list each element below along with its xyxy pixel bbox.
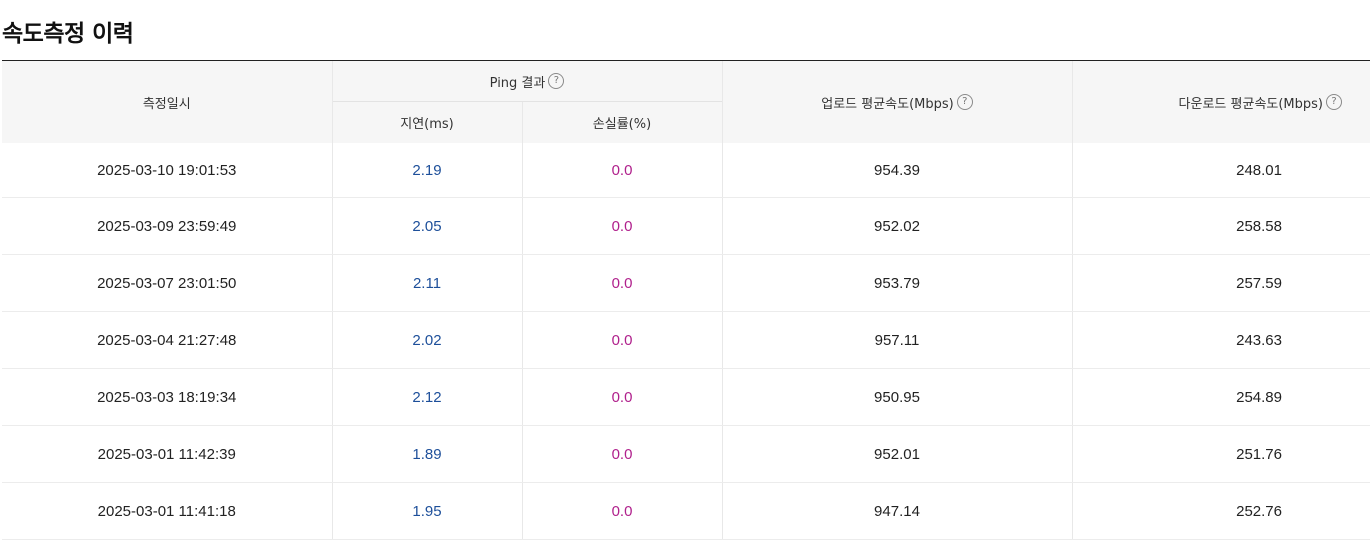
cell-upload: 952.01 [721, 425, 1072, 483]
table-row: 2025-03-04 21:27:48 2.02 0.0 957.11 243.… [2, 311, 1370, 369]
cell-latency: 2.02 [331, 311, 522, 369]
header-download-label: 다운로드 평균속도(Mbps) [1178, 96, 1323, 112]
cell-upload: 947.14 [721, 482, 1072, 540]
table-row: 2025-03-09 23:59:49 2.05 0.0 952.02 258.… [2, 197, 1370, 255]
header-ping-group: Ping 결과? [331, 60, 722, 102]
cell-date: 2025-03-10 19:01:53 [2, 143, 332, 198]
header-download: 다운로드 평균속도(Mbps)? [1071, 60, 1370, 143]
header-upload: 업로드 평균속도(Mbps)? [721, 60, 1072, 143]
cell-latency: 2.05 [331, 197, 522, 255]
cell-download: 254.89 [1071, 368, 1370, 426]
header-date: 측정일시 [2, 60, 332, 143]
speed-history-table: 측정일시 Ping 결과? 업로드 평균속도(Mbps)? 다운로드 평균속도(… [2, 60, 1370, 540]
table-row: 2025-03-01 11:42:39 1.89 0.0 952.01 251.… [2, 425, 1370, 483]
header-loss-label: 손실률(%) [592, 117, 652, 132]
cell-loss: 0.0 [521, 425, 722, 483]
cell-date: 2025-03-09 23:59:49 [2, 197, 332, 255]
header-upload-label: 업로드 평균속도(Mbps) [821, 96, 954, 112]
cell-latency: 2.19 [331, 143, 522, 198]
page-title: 속도측정 이력 [2, 21, 134, 47]
cell-latency: 1.95 [331, 482, 522, 540]
header-ping-label: Ping 결과 [489, 75, 546, 91]
table-body: 2025-03-10 19:01:53 2.19 0.0 954.39 248.… [2, 143, 1370, 540]
table-header: 측정일시 Ping 결과? 업로드 평균속도(Mbps)? 다운로드 평균속도(… [2, 60, 1370, 143]
cell-download: 248.01 [1071, 143, 1370, 198]
cell-download: 243.63 [1071, 311, 1370, 369]
cell-upload: 954.39 [721, 143, 1072, 198]
cell-upload: 950.95 [721, 368, 1072, 426]
table-row: 2025-03-03 18:19:34 2.12 0.0 950.95 254.… [2, 368, 1370, 426]
cell-upload: 953.79 [721, 254, 1072, 312]
cell-date: 2025-03-04 21:27:48 [2, 311, 332, 369]
cell-download: 257.59 [1071, 254, 1370, 312]
download-help-icon[interactable]: ? [1326, 94, 1342, 110]
cell-date: 2025-03-01 11:41:18 [2, 482, 332, 540]
cell-latency: 2.12 [331, 368, 522, 426]
header-loss: 손실률(%) [521, 101, 722, 143]
cell-upload: 957.11 [721, 311, 1072, 369]
header-date-label: 측정일시 [142, 96, 191, 112]
cell-loss: 0.0 [521, 482, 722, 540]
table-row: 2025-03-01 11:41:18 1.95 0.0 947.14 252.… [2, 482, 1370, 540]
cell-date: 2025-03-01 11:42:39 [2, 425, 332, 483]
cell-loss: 0.0 [521, 311, 722, 369]
cell-download: 252.76 [1071, 482, 1370, 540]
cell-download: 251.76 [1071, 425, 1370, 483]
cell-loss: 0.0 [521, 197, 722, 255]
cell-date: 2025-03-07 23:01:50 [2, 254, 332, 312]
table-row: 2025-03-07 23:01:50 2.11 0.0 953.79 257.… [2, 254, 1370, 312]
cell-latency: 2.11 [331, 254, 522, 312]
ping-help-icon[interactable]: ? [548, 73, 565, 89]
upload-help-icon[interactable]: ? [956, 94, 973, 110]
cell-loss: 0.0 [521, 254, 722, 312]
cell-latency: 1.89 [331, 425, 522, 483]
cell-date: 2025-03-03 18:19:34 [2, 368, 332, 426]
header-latency: 지연(ms) [331, 101, 522, 143]
cell-loss: 0.0 [521, 368, 722, 426]
cell-loss: 0.0 [521, 143, 722, 198]
header-latency-label: 지연(ms) [400, 117, 454, 132]
speed-history-table-container: 측정일시 Ping 결과? 업로드 평균속도(Mbps)? 다운로드 평균속도(… [2, 60, 1370, 540]
cell-download: 258.58 [1071, 197, 1370, 255]
cell-upload: 952.02 [721, 197, 1072, 255]
table-row: 2025-03-10 19:01:53 2.19 0.0 954.39 248.… [2, 143, 1370, 198]
